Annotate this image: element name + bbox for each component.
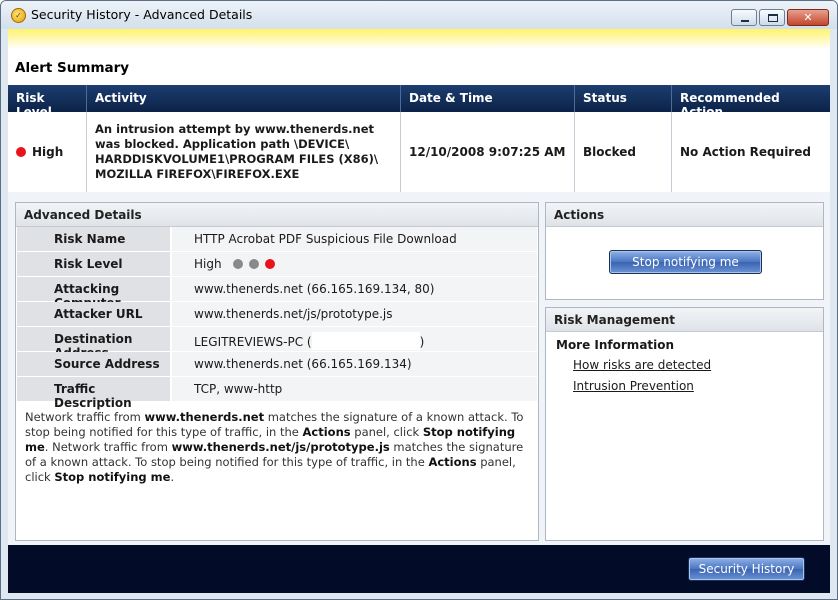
- norton-shield-icon: ✓: [11, 8, 26, 23]
- status-value: Blocked: [583, 145, 637, 159]
- col-activity: Activity: [87, 85, 401, 112]
- risk-dot-medium-icon: [249, 259, 260, 269]
- detail-value-destination: LEGITREVIEWS-PC (): [172, 327, 537, 352]
- security-history-button[interactable]: Security History: [688, 557, 805, 581]
- col-risk-level: Risk Level: [8, 85, 87, 119]
- details-area: Advanced Details Risk Name HTTP Acrobat …: [8, 192, 830, 545]
- detail-row-source-address: Source Address www.thenerds.net (66.165.…: [17, 352, 537, 377]
- stop-notifying-button[interactable]: Stop notifying me: [609, 250, 762, 274]
- security-history-window: ✓ Security History - Advanced Details ✕ …: [0, 0, 838, 600]
- risk-management-panel: Risk Management More Information How ris…: [545, 307, 824, 541]
- recommended-action-cell: No Action Required: [672, 112, 830, 192]
- desc-bold: Actions: [302, 425, 351, 439]
- minimize-button[interactable]: [731, 9, 757, 26]
- how-risks-detected-link[interactable]: How risks are detected: [573, 358, 711, 372]
- risk-level-text: High: [194, 257, 222, 271]
- close-button[interactable]: ✕: [787, 9, 829, 26]
- actions-title: Actions: [546, 203, 823, 227]
- col-status: Status: [575, 85, 672, 112]
- window-controls: ✕: [731, 9, 829, 26]
- desc-text: . Network traffic from: [44, 440, 172, 454]
- maximize-icon: [768, 14, 778, 22]
- header-band: [8, 29, 830, 49]
- detail-row-attacking-computer: Attacking Computer www.thenerds.net (66.…: [17, 277, 537, 310]
- desc-text: .: [170, 470, 175, 484]
- footer-bar: Security History: [8, 545, 830, 593]
- advanced-details-title: Advanced Details: [16, 203, 538, 227]
- advanced-description: Network traffic from www.thenerds.net ma…: [16, 402, 538, 493]
- activity-cell: An intrusion attempt by www.thenerds.net…: [87, 112, 401, 192]
- detail-value: HTTP Acrobat PDF Suspicious File Downloa…: [172, 227, 537, 252]
- detail-label: Attacker URL: [17, 302, 170, 327]
- detail-row-risk-level: Risk Level High: [17, 252, 537, 277]
- col-recommended-action: Recommended Action: [680, 91, 780, 119]
- detail-value: www.thenerds.net/js/prototype.js: [172, 302, 537, 327]
- intrusion-prevention-link[interactable]: Intrusion Prevention: [573, 379, 694, 393]
- desc-text: Network traffic from: [25, 410, 145, 424]
- activity-value: An intrusion attempt by www.thenerds.net…: [95, 122, 379, 181]
- detail-row-destination-address: Destination Address LEGITREVIEWS-PC (): [17, 327, 537, 360]
- main-content: Alert Summary Risk Level Activity Date &…: [8, 29, 830, 545]
- detail-row-traffic-description: Traffic Description TCP, www-http: [17, 377, 537, 410]
- maximize-button[interactable]: [759, 9, 785, 26]
- more-information-heading: More Information: [556, 338, 675, 352]
- detail-value: www.thenerds.net (66.165.169.134): [172, 352, 537, 377]
- table-row[interactable]: High An intrusion attempt by www.thenerd…: [8, 112, 830, 193]
- detail-value-risk-level: High: [172, 252, 537, 277]
- desc-bold: Actions: [428, 455, 477, 469]
- actions-panel: Actions Stop notifying me: [545, 202, 824, 300]
- detail-value: www.thenerds.net (66.165.169.134, 80): [172, 277, 537, 302]
- window-title: Security History - Advanced Details: [31, 7, 253, 22]
- datetime-cell: 12/10/2008 9:07:25 AM: [401, 112, 575, 192]
- risk-management-title: Risk Management: [546, 308, 823, 332]
- detail-label: Traffic Description: [17, 377, 170, 410]
- detail-row-risk-name: Risk Name HTTP Acrobat PDF Suspicious Fi…: [17, 227, 537, 252]
- desc-bold: www.thenerds.net/js/prototype.js: [171, 440, 390, 454]
- destination-text-end: ): [419, 335, 425, 349]
- risk-level-value: High: [32, 145, 64, 159]
- detail-label: Destination Address: [17, 327, 170, 360]
- destination-text: LEGITREVIEWS-PC (: [194, 335, 312, 349]
- minimize-icon: [741, 20, 749, 22]
- alert-summary-table: Risk Level Activity Date & Time Status R…: [8, 85, 830, 193]
- high-risk-icon: [16, 147, 26, 157]
- detail-value: TCP, www-http: [172, 377, 537, 402]
- advanced-details-panel: Advanced Details Risk Name HTTP Acrobat …: [15, 202, 539, 541]
- risk-level-cell: High: [8, 112, 87, 192]
- recommended-action-value: No Action Required: [680, 145, 811, 159]
- detail-label: Source Address: [17, 352, 170, 377]
- close-icon: ✕: [803, 11, 813, 24]
- risk-dot-low-icon: [233, 259, 244, 269]
- desc-bold: www.thenerds.net: [144, 410, 265, 424]
- detail-row-attacker-url: Attacker URL www.thenerds.net/js/prototy…: [17, 302, 537, 327]
- status-cell: Blocked: [575, 112, 672, 192]
- alert-table-header: Risk Level Activity Date & Time Status R…: [8, 85, 830, 119]
- desc-bold: Stop notifying me: [54, 470, 171, 484]
- col-date-time: Date & Time: [401, 85, 575, 112]
- redacted-box: [311, 332, 420, 350]
- risk-dot-high-icon: [265, 259, 276, 269]
- datetime-value: 12/10/2008 9:07:25 AM: [409, 145, 566, 159]
- detail-label: Risk Name: [17, 227, 170, 252]
- title-bar[interactable]: ✓ Security History - Advanced Details ✕: [1, 1, 837, 29]
- desc-text: panel, click: [350, 425, 423, 439]
- detail-label: Attacking Computer: [17, 277, 170, 310]
- detail-label: Risk Level: [17, 252, 170, 277]
- alert-summary-title: Alert Summary: [15, 60, 130, 76]
